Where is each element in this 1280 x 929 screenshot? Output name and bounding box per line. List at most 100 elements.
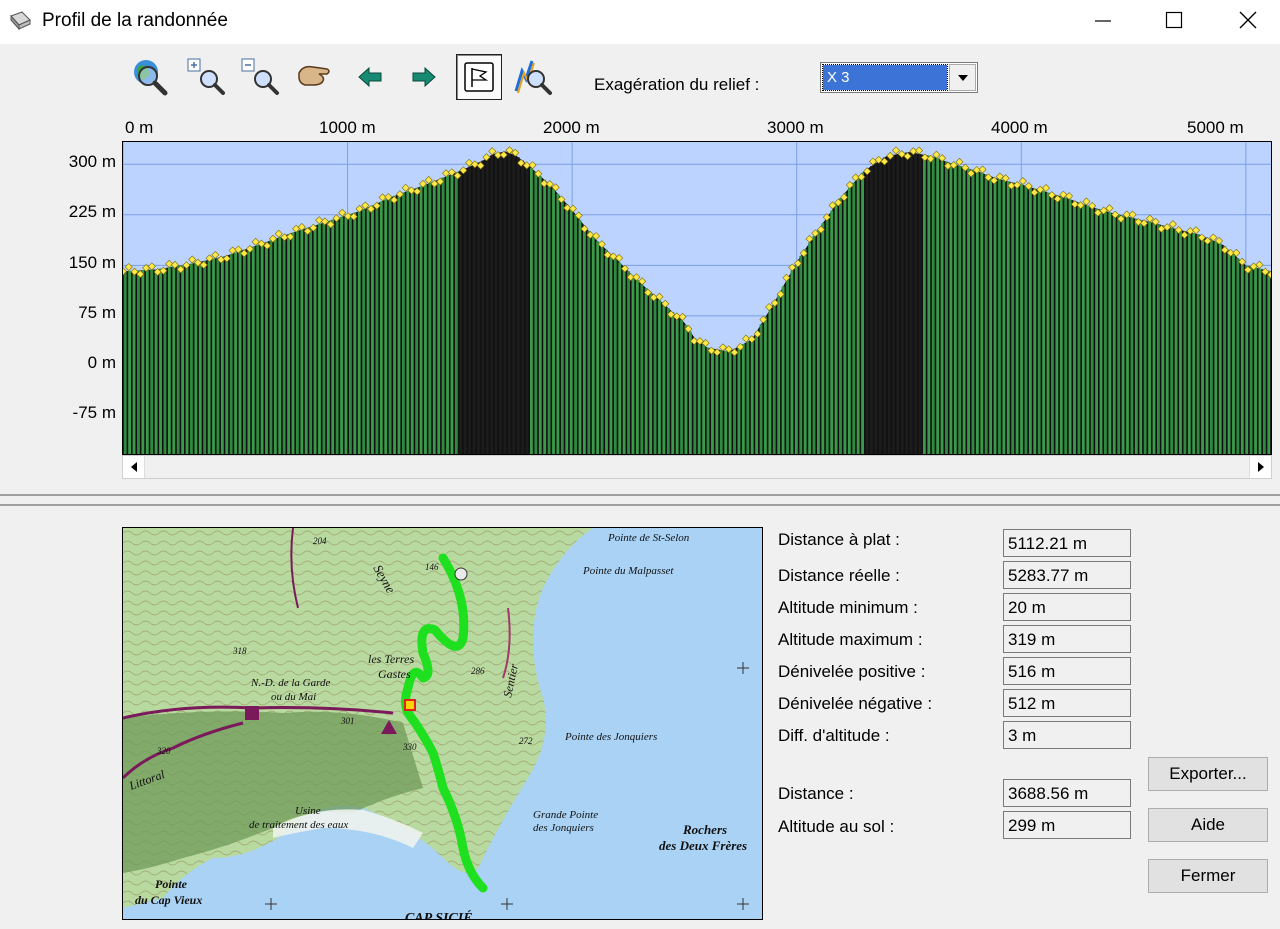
scroll-right-button[interactable] [1249,456,1271,478]
elevation-bar [481,160,485,454]
map-label: des Deux Frères [659,838,747,853]
elevation-bar [357,211,361,454]
stat-value-altitude-diff: 3 m [1003,721,1131,749]
elevation-bar [675,316,679,454]
gps-point [892,146,900,155]
x-tick-label: 1000 m [319,118,376,137]
elevation-bar [706,347,710,454]
elevation-bar [247,248,251,454]
scroll-left-button[interactable] [123,456,145,478]
elevation-bar [583,225,586,454]
dropdown-arrow[interactable] [949,64,976,91]
elevation-bar [574,214,577,454]
previous-button[interactable] [347,54,393,100]
elevation-profile-svg [123,142,1271,454]
elevation-bar [348,214,352,454]
maximize-button[interactable] [1146,0,1202,40]
flag-mode-button[interactable] [456,54,502,100]
help-button[interactable]: Aide [1148,808,1268,842]
elevation-bar [1258,268,1262,454]
elevation-bar [1024,185,1028,454]
elevation-bar [265,241,268,454]
elevation-bar [401,192,405,454]
elevation-bar [1134,218,1138,454]
elevation-bar [618,262,622,454]
elevation-bar [556,193,560,454]
elevation-bar [384,199,388,454]
elevation-bar [1205,237,1209,454]
elevation-bar [424,184,427,454]
elevation-bar [212,258,215,454]
elevation-profile-chart[interactable] [122,141,1272,455]
minimize-button[interactable] [1075,0,1131,40]
elevation-bar [918,154,922,454]
elevation-label: 146 [425,562,439,572]
gps-point [274,229,283,238]
elevation-bar [326,221,330,454]
elevation-bar [1130,217,1134,454]
gps-point [1255,260,1264,269]
topographic-map[interactable]: Pointe de St-Selon Pointe du Malpasset l… [122,527,763,920]
elevation-bar [256,245,260,454]
app-icon [10,11,31,31]
zoom-out-icon [241,58,279,95]
next-button[interactable] [401,54,447,100]
elevation-area [123,151,1271,454]
elevation-bar [309,226,313,454]
elevation-bar [362,209,366,454]
elevation-bar [971,169,975,454]
zoom-in-button[interactable] [183,54,229,100]
elevation-bar [1240,262,1244,454]
elevation-bar [225,255,229,454]
elevation-bar [870,166,873,454]
pan-hand-button[interactable] [292,54,338,100]
close-window-button[interactable] [1220,0,1276,40]
gps-point [1128,210,1137,219]
elevation-bar [958,165,962,454]
elevation-bar [1187,232,1191,454]
elevation-bar [154,269,158,454]
elevation-bar [552,188,555,454]
elevation-bar [159,268,162,454]
elevation-bar [379,201,383,454]
elevation-bar [600,245,604,454]
panel-splitter[interactable] [0,494,1280,506]
elevation-bar [1112,213,1116,454]
cursor-label-ground-altitude: Altitude au sol : [778,817,895,836]
elevation-bar [1148,221,1151,454]
elevation-bar [145,269,149,454]
zoom-out-button[interactable] [237,54,283,100]
elevation-bar [1028,187,1032,454]
elevation-bar [605,249,608,454]
elevation-bar [980,172,984,454]
stat-value-max-altitude: 319 m [1003,625,1131,653]
elevation-bar [998,179,1001,454]
elevation-bar [1099,209,1103,454]
elevation-bar [1011,182,1015,454]
profile-horizontal-scrollbar[interactable] [122,455,1272,479]
elevation-bar [1152,223,1156,454]
zoom-globe-button[interactable] [127,54,173,100]
export-button[interactable]: Exporter... [1148,757,1268,791]
hand-icon [298,65,330,86]
elevation-bar [1095,208,1098,454]
elevation-bar [393,195,396,454]
profile-search-button[interactable] [511,54,557,100]
elevation-label: 320 [156,746,171,756]
elevation-bar [410,189,414,454]
elevation-bar [1139,219,1143,454]
elevation-bar [1073,200,1076,454]
elevation-bar [786,278,789,454]
elevation-bar [1179,230,1182,454]
close-button[interactable]: Fermer [1148,859,1268,893]
elevation-bar [596,241,600,454]
elevation-bar [1002,180,1006,454]
elevation-bar [843,192,847,454]
elevation-bar [251,246,255,454]
relief-exaggeration-select[interactable]: X 3 [820,62,978,93]
elevation-bar [181,265,185,454]
gps-point [315,216,324,225]
elevation-bar [878,160,882,454]
elevation-bars [123,151,1271,454]
elevation-bar [887,155,891,454]
